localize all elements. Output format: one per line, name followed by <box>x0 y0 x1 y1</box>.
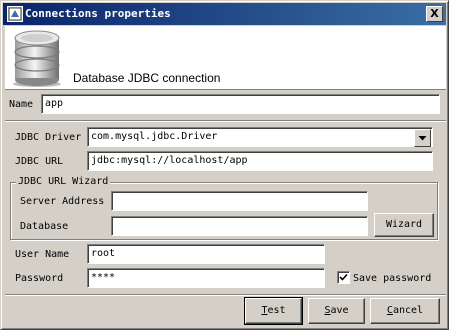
save-button[interactable]: Save <box>308 298 365 324</box>
user-name-input[interactable]: root <box>87 244 325 264</box>
database-icon <box>13 30 61 87</box>
checkmark-icon <box>339 273 348 281</box>
dropdown-button[interactable] <box>414 129 431 147</box>
database-label: Database <box>20 221 69 232</box>
jdbc-url-label: JDBC URL <box>15 156 64 167</box>
app-icon <box>7 6 23 22</box>
cancel-label-rest: ancel <box>392 305 424 316</box>
save-label-rest: ave <box>330 305 349 316</box>
chevron-down-icon <box>418 136 427 141</box>
close-icon: X <box>430 7 439 20</box>
footer-separator <box>5 294 446 296</box>
database-input[interactable] <box>111 216 368 236</box>
save-password-label: Save password <box>353 273 432 284</box>
test-label-rest: est <box>267 305 286 316</box>
server-address-label: Server Address <box>20 196 105 207</box>
server-address-input[interactable] <box>111 191 368 211</box>
jdbc-driver-select[interactable]: com.mysql.jdbc.Driver <box>87 127 433 147</box>
jdbc-url-input[interactable]: jdbc:mysql://localhost/app <box>87 151 433 171</box>
connections-dialog: Connections properties X Database JDBC c… <box>0 0 449 330</box>
name-label: Name <box>9 99 34 110</box>
name-input[interactable]: app <box>41 94 440 114</box>
title-bar[interactable]: Connections properties X <box>3 3 446 25</box>
header-panel: Database JDBC connection <box>5 26 446 90</box>
cancel-button[interactable]: Cancel <box>370 298 440 324</box>
wizard-group-title: JDBC URL Wizard <box>16 176 111 187</box>
test-button[interactable]: Test <box>244 297 303 325</box>
wizard-button[interactable]: Wizard <box>374 213 434 237</box>
password-label: Password <box>15 273 64 284</box>
header-title: Database JDBC connection <box>73 71 221 85</box>
close-button[interactable]: X <box>426 6 443 22</box>
user-name-label: User Name <box>15 249 70 260</box>
password-input[interactable]: **** <box>87 268 325 288</box>
jdbc-driver-label: JDBC Driver <box>15 132 82 143</box>
save-password-checkbox[interactable] <box>337 271 350 284</box>
window-title: Connections properties <box>25 7 171 20</box>
separator <box>5 120 446 122</box>
